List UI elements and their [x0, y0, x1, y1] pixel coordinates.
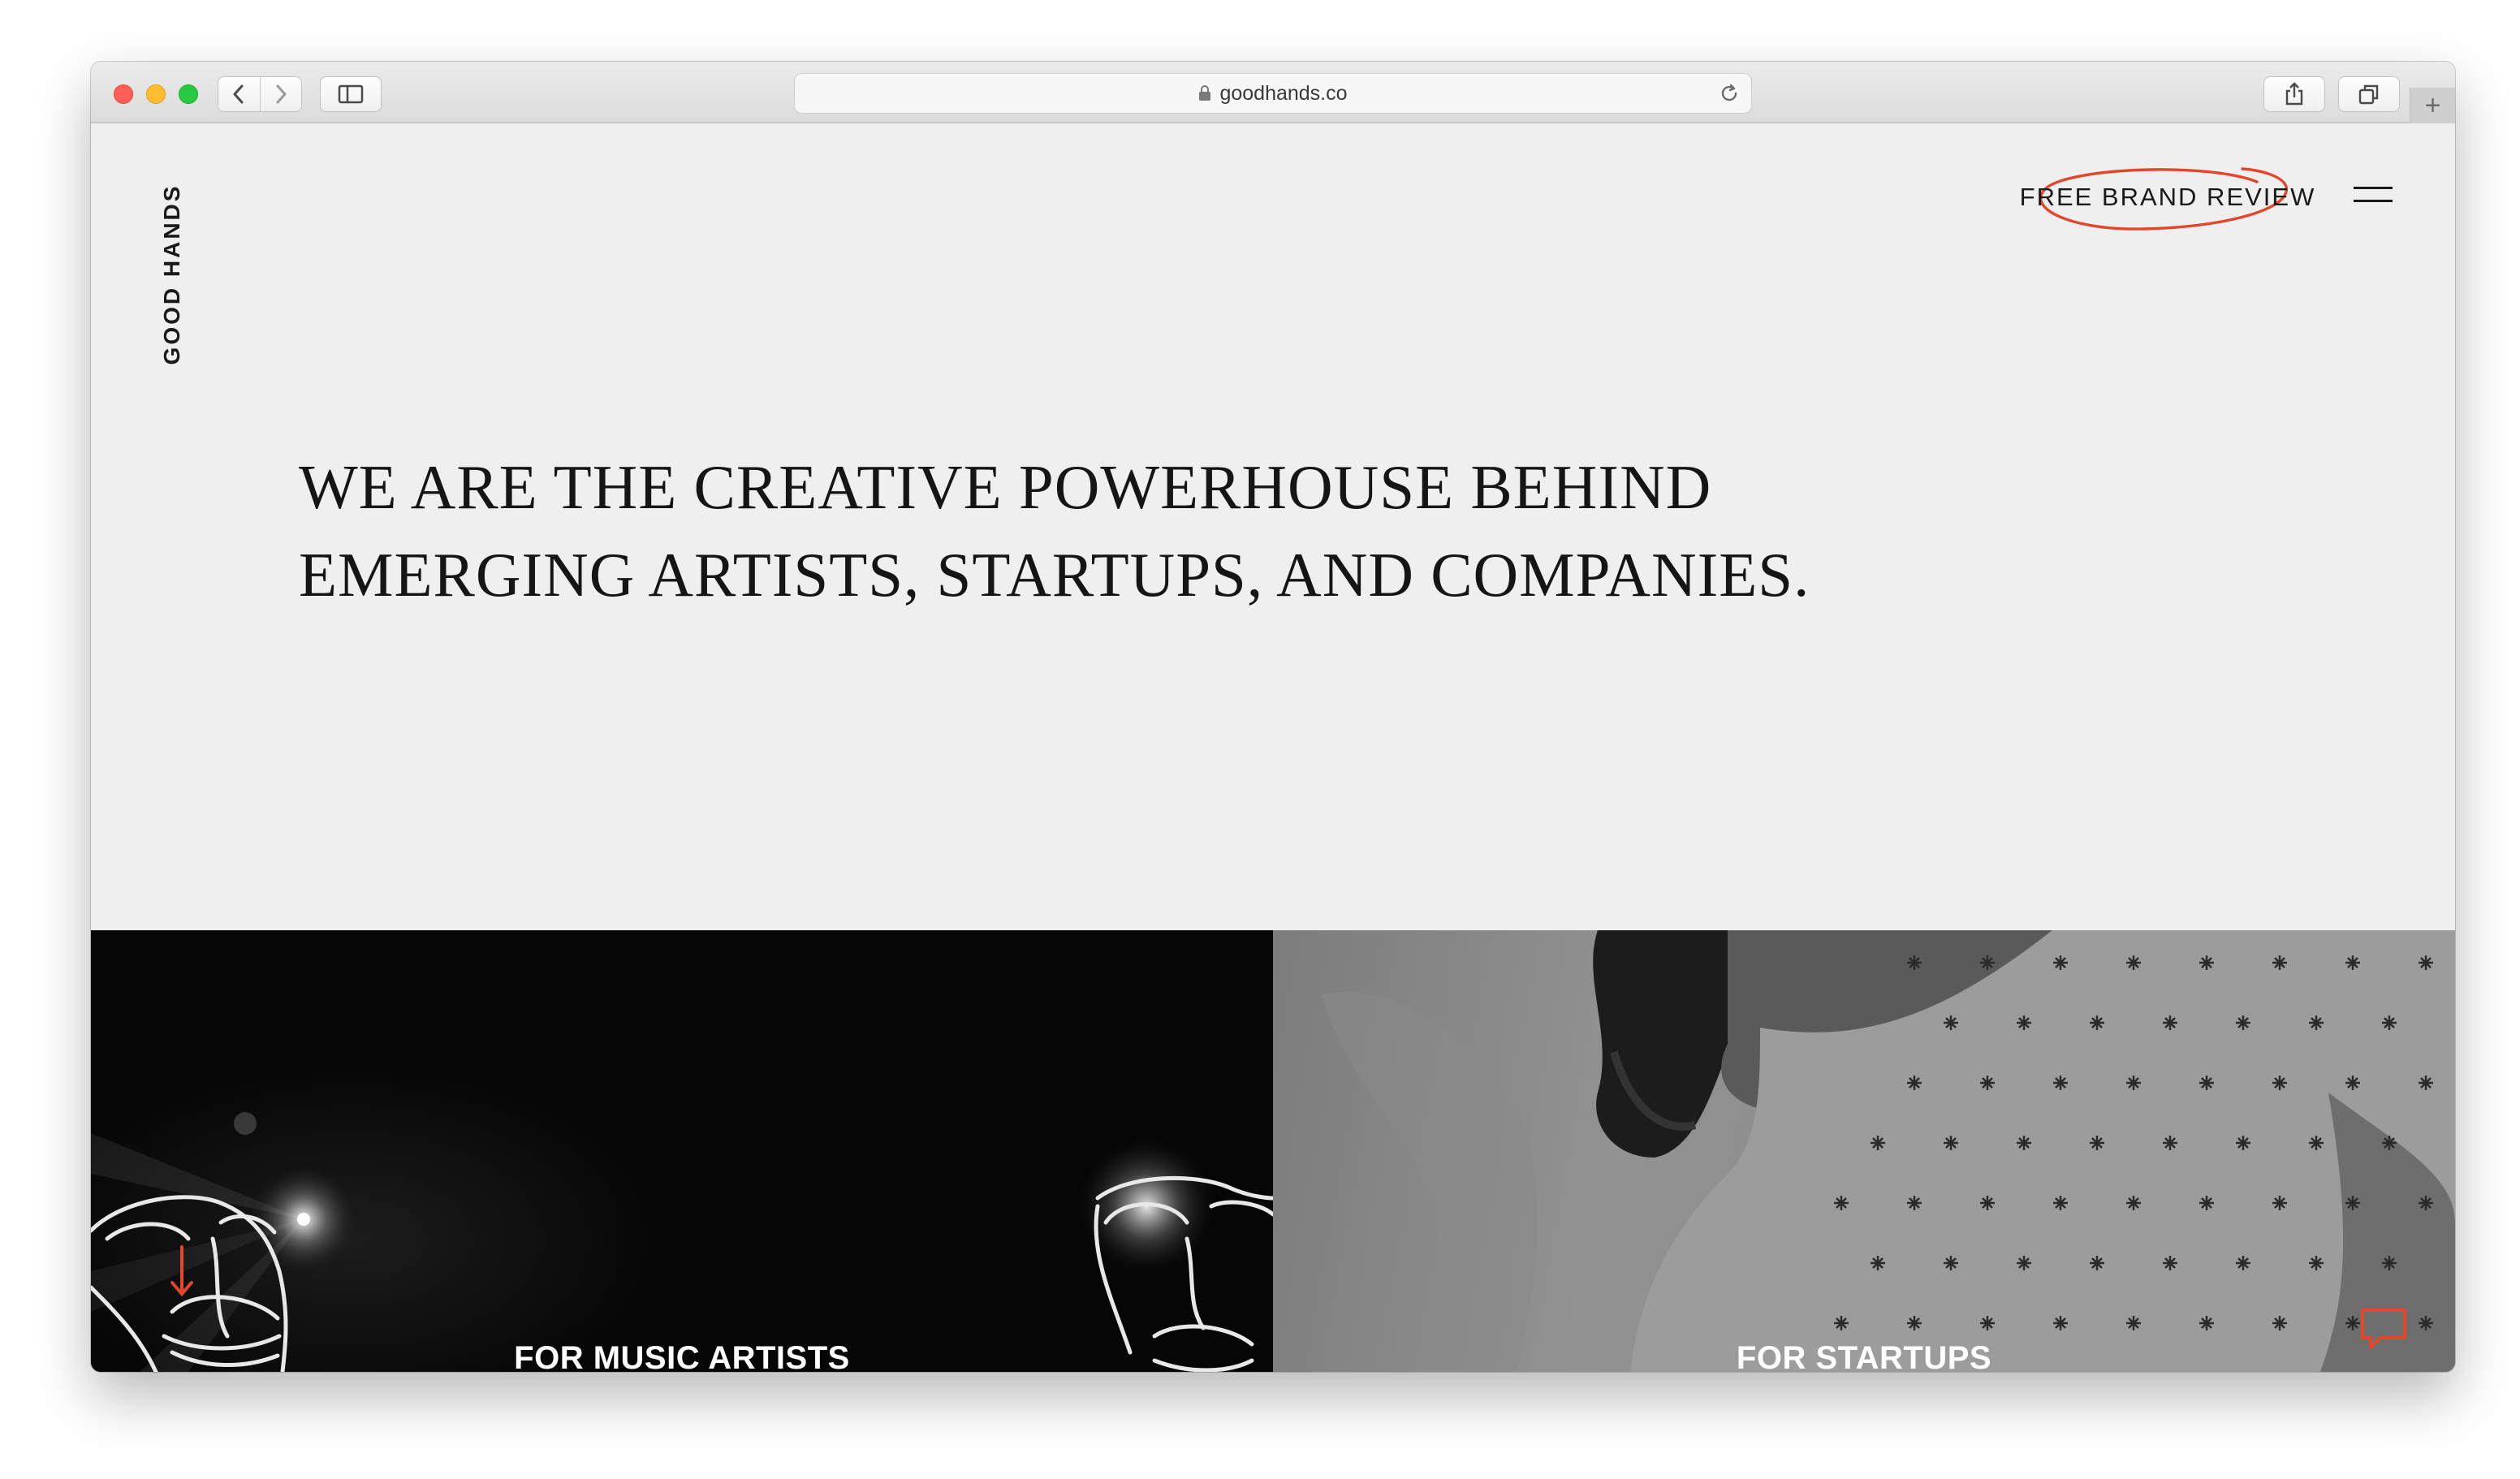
- browser-window: goodhands.co + GOOD HANDS FREE BRAND REV…: [91, 62, 2455, 1372]
- free-brand-review-link[interactable]: FREE BRAND REVIEW: [2013, 161, 2322, 234]
- share-button[interactable]: [2263, 76, 2325, 112]
- minimize-window-button[interactable]: [146, 84, 166, 104]
- back-button[interactable]: [218, 77, 260, 111]
- address-bar[interactable]: goodhands.co: [794, 73, 1752, 114]
- chat-button[interactable]: [2359, 1307, 2408, 1352]
- chat-bubble-icon: [2361, 1309, 2406, 1349]
- music-artists-tile[interactable]: FOR MUSIC ARTISTS: [91, 930, 1273, 1372]
- reload-button[interactable]: [1719, 83, 1740, 110]
- music-artists-label: FOR MUSIC ARTISTS: [514, 1340, 850, 1372]
- new-tab-button[interactable]: +: [2410, 88, 2455, 123]
- browser-toolbar: goodhands.co +: [91, 62, 2455, 123]
- forward-button[interactable]: [259, 77, 301, 111]
- music-artists-image: [91, 1112, 1273, 1372]
- chevron-right-icon: [276, 84, 287, 104]
- chevron-left-icon: [233, 84, 244, 104]
- url-text: goodhands.co: [1219, 81, 1348, 105]
- startups-label: FOR STARTUPS: [1736, 1340, 1992, 1372]
- hamburger-menu-icon[interactable]: [2351, 175, 2395, 211]
- sidebar-toggle-button[interactable]: [320, 76, 382, 112]
- sidebar-icon: [338, 84, 364, 104]
- close-window-button[interactable]: [114, 84, 133, 104]
- tabs-overview-icon: [2358, 84, 2379, 105]
- site-logo[interactable]: GOOD HANDS: [156, 177, 188, 372]
- navigation-buttons: [218, 76, 302, 112]
- maximize-window-button[interactable]: [179, 84, 198, 104]
- headline-line-1: WE ARE THE CREATIVE POWERHOUSE BEHIND: [299, 452, 1712, 522]
- web-page: GOOD HANDS FREE BRAND REVIEW WE ARE THE …: [91, 125, 2455, 1372]
- hero-headline: WE ARE THE CREATIVE POWERHOUSE BEHIND EM…: [299, 443, 2004, 619]
- startups-tile[interactable]: FOR STARTUPS: [1273, 930, 2455, 1372]
- reload-icon: [1721, 84, 1737, 101]
- tabs-overview-button[interactable]: [2338, 76, 2400, 112]
- share-icon: [2285, 82, 2303, 106]
- brand-name: GOOD HANDS: [159, 183, 184, 365]
- lock-icon: [1198, 85, 1211, 101]
- headline-line-2: EMERGING ARTISTS, STARTUPS, AND COMPANIE…: [299, 540, 1810, 610]
- cta-label: FREE BRAND REVIEW: [2019, 183, 2316, 211]
- startups-image: [1322, 930, 2455, 1372]
